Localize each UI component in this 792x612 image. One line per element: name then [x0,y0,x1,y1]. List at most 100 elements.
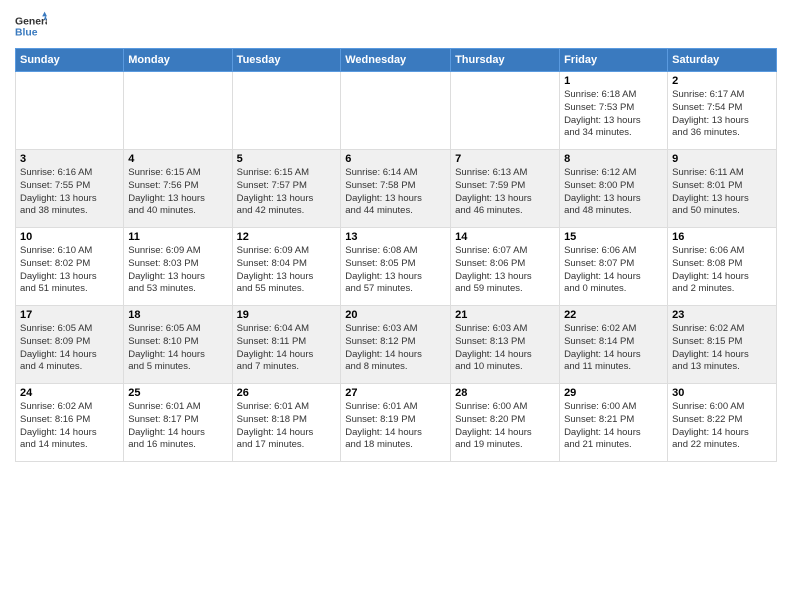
day-info: Sunrise: 6:07 AM Sunset: 8:06 PM Dayligh… [455,245,555,296]
svg-text:Blue: Blue [15,28,38,39]
day-info: Sunrise: 6:00 AM Sunset: 8:20 PM Dayligh… [455,401,555,452]
calendar-day-27: 27Sunrise: 6:01 AM Sunset: 8:19 PM Dayli… [341,384,451,462]
day-info: Sunrise: 6:05 AM Sunset: 8:10 PM Dayligh… [128,323,227,374]
calendar-day-15: 15 Sunrise: 6:06 AM Sunset: 8:07 PM Dayli… [560,228,668,306]
day-info: Sunrise: 6:03 AM Sunset: 8:13 PM Dayligh… [455,323,555,374]
day-info: Sunrise: 6:11 AM Sunset: 8:01 PM Dayligh… [672,167,772,218]
day-info: Sunrise: 6:18 AM Sunset: 7:53 PM Dayligh… [564,89,663,140]
header: General Blue [15,10,777,42]
day-number: 19 [237,309,337,321]
calendar-day-25: 25 Sunrise: 6:01 AM Sunset: 8:17 PM Dayli… [124,384,232,462]
day-number: 20 [345,309,446,321]
day-info: Sunrise: 6:02 AM Sunset: 8:15 PM Dayligh… [672,323,772,374]
svg-text:General: General [15,16,47,27]
calendar-day-6: 6 Sunrise: 6:14 AM Sunset: 7:58 PM Daylig… [341,150,451,228]
calendar-day-24: 24Sunrise: 6:02 AM Sunset: 8:16 PM Dayli… [16,384,124,462]
calendar-day-10: 10Sunrise: 6:10 AM Sunset: 8:02 PM Dayli… [16,228,124,306]
calendar-day-17: 17Sunrise: 6:05 AM Sunset: 8:09 PM Dayli… [16,306,124,384]
calendar-day-9: 9 Sunrise: 6:11 AM Sunset: 8:01 PM Daylig… [668,150,777,228]
calendar-day-14: 14 Sunrise: 6:07 AM Sunset: 8:06 PM Dayli… [451,228,560,306]
day-number: 9 [672,153,772,165]
day-header-saturday: Saturday [668,49,777,72]
calendar-day-28: 28 Sunrise: 6:00 AM Sunset: 8:20 PM Dayli… [451,384,560,462]
calendar-day-empty [232,72,341,150]
day-number: 2 [672,75,772,87]
day-header-tuesday: Tuesday [232,49,341,72]
calendar-day-7: 7 Sunrise: 6:13 AM Sunset: 7:59 PM Daylig… [451,150,560,228]
calendar-day-19: 19 Sunrise: 6:04 AM Sunset: 8:11 PM Dayli… [232,306,341,384]
calendar-day-empty [16,72,124,150]
day-info: Sunrise: 6:14 AM Sunset: 7:58 PM Dayligh… [345,167,446,218]
calendar-day-3: 3 Sunrise: 6:16 AM Sunset: 7:55 PM Daylig… [16,150,124,228]
calendar-day-21: 21 Sunrise: 6:03 AM Sunset: 8:13 PM Dayli… [451,306,560,384]
day-number: 14 [455,231,555,243]
day-header-wednesday: Wednesday [341,49,451,72]
calendar-day-29: 29 Sunrise: 6:00 AM Sunset: 8:21 PM Dayli… [560,384,668,462]
day-number: 17 [20,309,119,321]
calendar-table: SundayMondayTuesdayWednesdayThursdayFrid… [15,48,777,462]
day-number: 12 [237,231,337,243]
day-info: Sunrise: 6:06 AM Sunset: 8:08 PM Dayligh… [672,245,772,296]
day-number: 29 [564,387,663,399]
day-number: 28 [455,387,555,399]
day-info: Sunrise: 6:09 AM Sunset: 8:04 PM Dayligh… [237,245,337,296]
calendar-day-23: 23 Sunrise: 6:02 AM Sunset: 8:15 PM Dayli… [668,306,777,384]
calendar-week-row: 24Sunrise: 6:02 AM Sunset: 8:16 PM Dayli… [16,384,777,462]
day-info: Sunrise: 6:13 AM Sunset: 7:59 PM Dayligh… [455,167,555,218]
calendar-day-16: 16 Sunrise: 6:06 AM Sunset: 8:08 PM Dayli… [668,228,777,306]
day-info: Sunrise: 6:00 AM Sunset: 8:22 PM Dayligh… [672,401,772,452]
day-header-monday: Monday [124,49,232,72]
calendar-day-8: 8Sunrise: 6:12 AM Sunset: 8:00 PM Daylig… [560,150,668,228]
calendar-day-26: 26 Sunrise: 6:01 AM Sunset: 8:18 PM Dayli… [232,384,341,462]
day-number: 10 [20,231,119,243]
calendar-day-5: 5 Sunrise: 6:15 AM Sunset: 7:57 PM Daylig… [232,150,341,228]
day-number: 21 [455,309,555,321]
day-info: Sunrise: 6:02 AM Sunset: 8:16 PM Dayligh… [20,401,119,452]
calendar-day-1: 1Sunrise: 6:18 AM Sunset: 7:53 PM Daylig… [560,72,668,150]
day-info: Sunrise: 6:09 AM Sunset: 8:03 PM Dayligh… [128,245,227,296]
day-info: Sunrise: 6:16 AM Sunset: 7:55 PM Dayligh… [20,167,119,218]
calendar-day-2: 2 Sunrise: 6:17 AM Sunset: 7:54 PM Daylig… [668,72,777,150]
day-number: 30 [672,387,772,399]
day-number: 26 [237,387,337,399]
day-info: Sunrise: 6:01 AM Sunset: 8:19 PM Dayligh… [345,401,446,452]
day-number: 6 [345,153,446,165]
logo: General Blue [15,10,51,42]
day-info: Sunrise: 6:12 AM Sunset: 8:00 PM Dayligh… [564,167,663,218]
day-info: Sunrise: 6:15 AM Sunset: 7:57 PM Dayligh… [237,167,337,218]
calendar-day-empty [341,72,451,150]
day-number: 18 [128,309,227,321]
calendar-day-20: 20 Sunrise: 6:03 AM Sunset: 8:12 PM Dayli… [341,306,451,384]
calendar-week-row: 1Sunrise: 6:18 AM Sunset: 7:53 PM Daylig… [16,72,777,150]
calendar-week-row: 3 Sunrise: 6:16 AM Sunset: 7:55 PM Daylig… [16,150,777,228]
day-info: Sunrise: 6:08 AM Sunset: 8:05 PM Dayligh… [345,245,446,296]
day-info: Sunrise: 6:00 AM Sunset: 8:21 PM Dayligh… [564,401,663,452]
day-number: 25 [128,387,227,399]
day-number: 16 [672,231,772,243]
calendar-day-18: 18 Sunrise: 6:05 AM Sunset: 8:10 PM Dayli… [124,306,232,384]
day-number: 23 [672,309,772,321]
day-number: 11 [128,231,227,243]
day-info: Sunrise: 6:04 AM Sunset: 8:11 PM Dayligh… [237,323,337,374]
calendar-week-row: 10Sunrise: 6:10 AM Sunset: 8:02 PM Dayli… [16,228,777,306]
day-info: Sunrise: 6:01 AM Sunset: 8:17 PM Dayligh… [128,401,227,452]
day-number: 5 [237,153,337,165]
day-info: Sunrise: 6:02 AM Sunset: 8:14 PM Dayligh… [564,323,663,374]
calendar-header-row: SundayMondayTuesdayWednesdayThursdayFrid… [16,49,777,72]
calendar-day-empty [124,72,232,150]
day-info: Sunrise: 6:15 AM Sunset: 7:56 PM Dayligh… [128,167,227,218]
calendar-day-12: 12 Sunrise: 6:09 AM Sunset: 8:04 PM Dayli… [232,228,341,306]
day-info: Sunrise: 6:01 AM Sunset: 8:18 PM Dayligh… [237,401,337,452]
day-info: Sunrise: 6:17 AM Sunset: 7:54 PM Dayligh… [672,89,772,140]
day-header-sunday: Sunday [16,49,124,72]
day-info: Sunrise: 6:06 AM Sunset: 8:07 PM Dayligh… [564,245,663,296]
day-number: 13 [345,231,446,243]
day-number: 3 [20,153,119,165]
day-number: 4 [128,153,227,165]
calendar-day-13: 13 Sunrise: 6:08 AM Sunset: 8:05 PM Dayli… [341,228,451,306]
calendar-day-22: 22Sunrise: 6:02 AM Sunset: 8:14 PM Dayli… [560,306,668,384]
day-info: Sunrise: 6:03 AM Sunset: 8:12 PM Dayligh… [345,323,446,374]
day-number: 15 [564,231,663,243]
day-number: 7 [455,153,555,165]
calendar-day-empty [451,72,560,150]
